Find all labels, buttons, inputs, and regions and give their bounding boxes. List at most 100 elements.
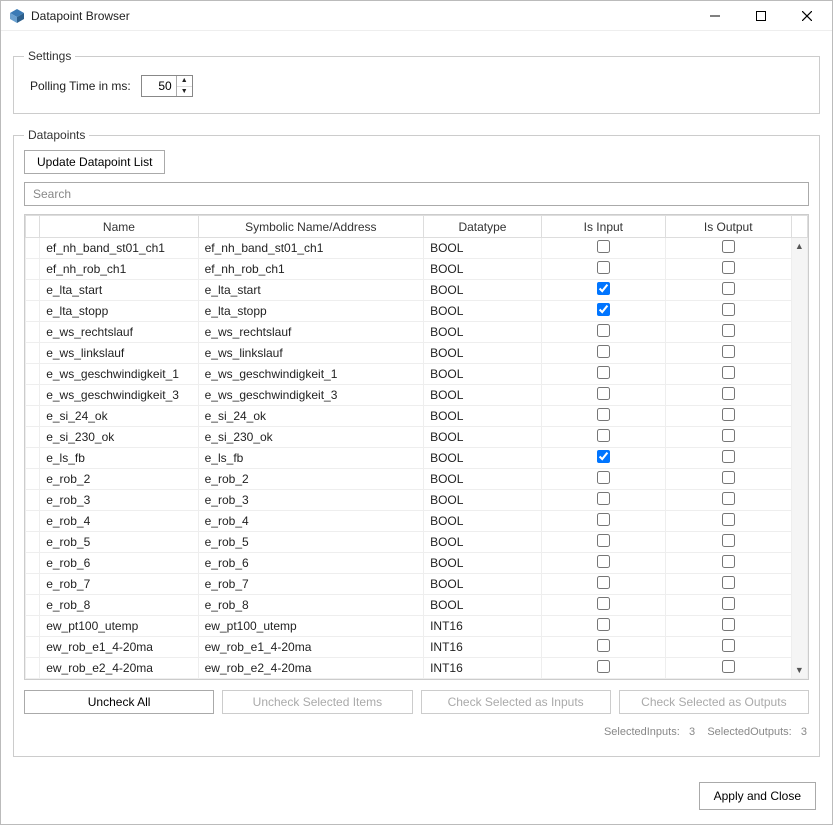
row-handle[interactable] [26, 469, 40, 490]
is-output-checkbox[interactable] [722, 303, 735, 316]
row-handle[interactable] [26, 427, 40, 448]
row-handle[interactable] [26, 301, 40, 322]
is-output-checkbox[interactable] [722, 429, 735, 442]
is-input-checkbox[interactable] [597, 534, 610, 547]
row-handle[interactable] [26, 259, 40, 280]
row-handle[interactable] [26, 343, 40, 364]
table-row[interactable]: e_ws_linkslaufe_ws_linkslaufBOOL [26, 343, 808, 364]
is-input-checkbox[interactable] [597, 660, 610, 673]
row-handle[interactable] [26, 532, 40, 553]
header-symbolic[interactable]: Symbolic Name/Address [198, 216, 423, 238]
is-input-checkbox[interactable] [597, 429, 610, 442]
is-input-checkbox[interactable] [597, 618, 610, 631]
row-handle[interactable] [26, 448, 40, 469]
is-output-checkbox[interactable] [722, 324, 735, 337]
is-input-checkbox[interactable] [597, 639, 610, 652]
header-is-input[interactable]: Is Input [541, 216, 665, 238]
is-output-checkbox[interactable] [722, 513, 735, 526]
is-output-checkbox[interactable] [722, 366, 735, 379]
is-output-checkbox[interactable] [722, 639, 735, 652]
row-handle[interactable] [26, 280, 40, 301]
table-row[interactable]: e_rob_7e_rob_7BOOL [26, 574, 808, 595]
is-output-checkbox[interactable] [722, 240, 735, 253]
spinner-up-icon[interactable]: ▲ [177, 76, 192, 87]
table-row[interactable]: ef_nh_band_st01_ch1ef_nh_band_st01_ch1BO… [26, 238, 808, 259]
is-output-checkbox[interactable] [722, 576, 735, 589]
is-output-checkbox[interactable] [722, 282, 735, 295]
is-input-checkbox[interactable] [597, 387, 610, 400]
polling-spinner[interactable]: ▲ ▼ [141, 75, 193, 97]
uncheck-all-button[interactable]: Uncheck All [24, 690, 214, 714]
is-output-checkbox[interactable] [722, 660, 735, 673]
is-input-checkbox[interactable] [597, 513, 610, 526]
table-row[interactable]: e_ws_rechtslaufe_ws_rechtslaufBOOL [26, 322, 808, 343]
search-box[interactable] [24, 182, 809, 206]
apply-and-close-button[interactable]: Apply and Close [699, 782, 816, 810]
table-row[interactable]: e_ws_geschwindigkeit_1e_ws_geschwindigke… [26, 364, 808, 385]
is-input-checkbox[interactable] [597, 492, 610, 505]
is-output-checkbox[interactable] [722, 261, 735, 274]
table-row[interactable]: e_si_24_oke_si_24_okBOOL [26, 406, 808, 427]
table-row[interactable]: e_lta_starte_lta_startBOOL [26, 280, 808, 301]
is-input-checkbox[interactable] [597, 576, 610, 589]
header-handle[interactable] [26, 216, 40, 238]
table-row[interactable]: e_rob_8e_rob_8BOOL [26, 595, 808, 616]
is-output-checkbox[interactable] [722, 450, 735, 463]
row-handle[interactable] [26, 238, 40, 259]
table-row[interactable]: e_rob_3e_rob_3BOOL [26, 490, 808, 511]
spinner-down-icon[interactable]: ▼ [177, 87, 192, 97]
table-row[interactable]: e_rob_6e_rob_6BOOL [26, 553, 808, 574]
polling-input[interactable] [142, 76, 176, 96]
is-output-checkbox[interactable] [722, 534, 735, 547]
table-row[interactable]: ew_rob_e2_4-20maew_rob_e2_4-20maINT16 [26, 658, 808, 679]
row-handle[interactable] [26, 658, 40, 679]
header-datatype[interactable]: Datatype [424, 216, 542, 238]
is-output-checkbox[interactable] [722, 555, 735, 568]
is-input-checkbox[interactable] [597, 408, 610, 421]
check-selected-outputs-button[interactable]: Check Selected as Outputs [619, 690, 809, 714]
scroll-down-icon[interactable]: ▼ [792, 662, 807, 678]
row-handle[interactable] [26, 595, 40, 616]
is-output-checkbox[interactable] [722, 618, 735, 631]
close-button[interactable] [784, 1, 830, 30]
header-is-output[interactable]: Is Output [665, 216, 791, 238]
is-input-checkbox[interactable] [597, 261, 610, 274]
header-name[interactable]: Name [40, 216, 198, 238]
table-row[interactable]: e_ws_geschwindigkeit_3e_ws_geschwindigke… [26, 385, 808, 406]
update-datapoint-button[interactable]: Update Datapoint List [24, 150, 165, 174]
is-output-checkbox[interactable] [722, 492, 735, 505]
table-row[interactable]: e_rob_4e_rob_4BOOL [26, 511, 808, 532]
vertical-scrollbar[interactable]: ▲▼ [791, 238, 807, 679]
maximize-button[interactable] [738, 1, 784, 30]
row-handle[interactable] [26, 364, 40, 385]
is-input-checkbox[interactable] [597, 366, 610, 379]
row-handle[interactable] [26, 616, 40, 637]
is-input-checkbox[interactable] [597, 597, 610, 610]
table-row[interactable]: e_si_230_oke_si_230_okBOOL [26, 427, 808, 448]
table-row[interactable]: ew_pt100_utempew_pt100_utempINT16 [26, 616, 808, 637]
row-handle[interactable] [26, 637, 40, 658]
table-row[interactable]: e_lta_stoppe_lta_stoppBOOL [26, 301, 808, 322]
row-handle[interactable] [26, 574, 40, 595]
is-output-checkbox[interactable] [722, 387, 735, 400]
row-handle[interactable] [26, 490, 40, 511]
table-row[interactable]: e_ls_fbe_ls_fbBOOL [26, 448, 808, 469]
is-output-checkbox[interactable] [722, 345, 735, 358]
row-handle[interactable] [26, 406, 40, 427]
check-selected-inputs-button[interactable]: Check Selected as Inputs [421, 690, 611, 714]
is-input-checkbox[interactable] [597, 471, 610, 484]
row-handle[interactable] [26, 322, 40, 343]
is-input-checkbox[interactable] [597, 450, 610, 463]
is-output-checkbox[interactable] [722, 597, 735, 610]
row-handle[interactable] [26, 511, 40, 532]
is-output-checkbox[interactable] [722, 471, 735, 484]
minimize-button[interactable] [692, 1, 738, 30]
is-output-checkbox[interactable] [722, 408, 735, 421]
is-input-checkbox[interactable] [597, 303, 610, 316]
table-row[interactable]: ew_rob_e1_4-20maew_rob_e1_4-20maINT16 [26, 637, 808, 658]
row-handle[interactable] [26, 385, 40, 406]
is-input-checkbox[interactable] [597, 324, 610, 337]
table-row[interactable]: e_rob_5e_rob_5BOOL [26, 532, 808, 553]
is-input-checkbox[interactable] [597, 345, 610, 358]
table-row[interactable]: e_rob_2e_rob_2BOOL [26, 469, 808, 490]
